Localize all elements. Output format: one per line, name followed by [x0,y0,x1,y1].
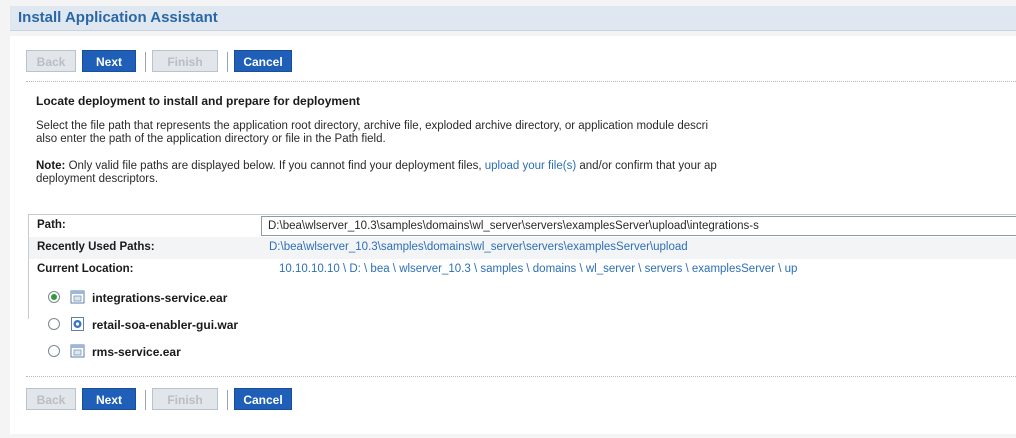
finish-button[interactable]: Finish [152,50,218,72]
button-separator [145,390,146,410]
section-heading: Locate deployment to install and prepare… [36,94,361,108]
recent-paths-label: Recently Used Paths: [37,241,155,253]
file-name: rms-service.ear [92,345,181,359]
button-separator [227,52,228,72]
recent-path-link[interactable]: D:\bea\wlserver_10.3\samples\domains\wl_… [269,241,688,253]
upload-files-link[interactable]: upload your file(s) [485,160,576,172]
window-title: Install Application Assistant [18,9,218,26]
current-location-row: Current Location: 10.10.10.10 \ D: \ bea… [29,259,1016,281]
archive-icon [70,290,85,304]
back-button[interactable]: Back [26,388,76,410]
note-text: Note: Only valid file paths are displaye… [36,160,1016,186]
path-row: Path: D:\bea\wlserver_10.3\samples\domai… [29,215,1016,237]
divider [26,376,1016,377]
assistant-panel: Back Next Finish Cancel Locate deploymen… [10,36,1016,434]
file-radio[interactable] [48,345,60,357]
current-location-label: Current Location: [37,263,134,275]
next-button[interactable]: Next [82,388,136,410]
file-radio[interactable] [48,318,60,330]
finish-button[interactable]: Finish [152,388,218,410]
app-window: Install Application Assistant Back Next … [0,0,1016,438]
button-separator [145,52,146,72]
button-separator [227,390,228,410]
note-text-after-link: and/or confirm that your ap [576,160,717,172]
path-input[interactable]: D:\bea\wlserver_10.3\samples\domains\wl_… [261,216,1016,236]
cancel-button[interactable]: Cancel [234,50,292,72]
note-line-2: deployment descriptors. [36,173,159,185]
file-radio[interactable] [48,291,60,303]
file-name: retail-soa-enabler-gui.war [92,318,239,332]
current-location-breadcrumb[interactable]: 10.10.10.10 \ D: \ bea \ wlserver_10.3 \… [279,263,797,275]
recent-paths-row: Recently Used Paths: D:\bea\wlserver_10.… [29,237,1016,259]
next-button[interactable]: Next [82,50,136,72]
description-line-2: also enter the path of the application d… [36,133,386,145]
description-line-1: Select the file path that represents the… [36,120,709,132]
file-name: integrations-service.ear [92,291,228,305]
note-text-before-link: Only valid file paths are displayed belo… [65,160,485,172]
web-archive-icon [71,317,84,331]
archive-icon [70,344,85,358]
divider [26,81,1016,82]
cancel-button[interactable]: Cancel [234,388,292,410]
description-text: Select the file path that represents the… [36,120,1016,146]
back-button[interactable]: Back [26,50,76,72]
path-label: Path: [37,219,66,231]
title-bar: Install Application Assistant [10,6,1016,31]
note-label: Note: [36,160,66,172]
note-line-1: Note: Only valid file paths are displaye… [36,160,1016,173]
